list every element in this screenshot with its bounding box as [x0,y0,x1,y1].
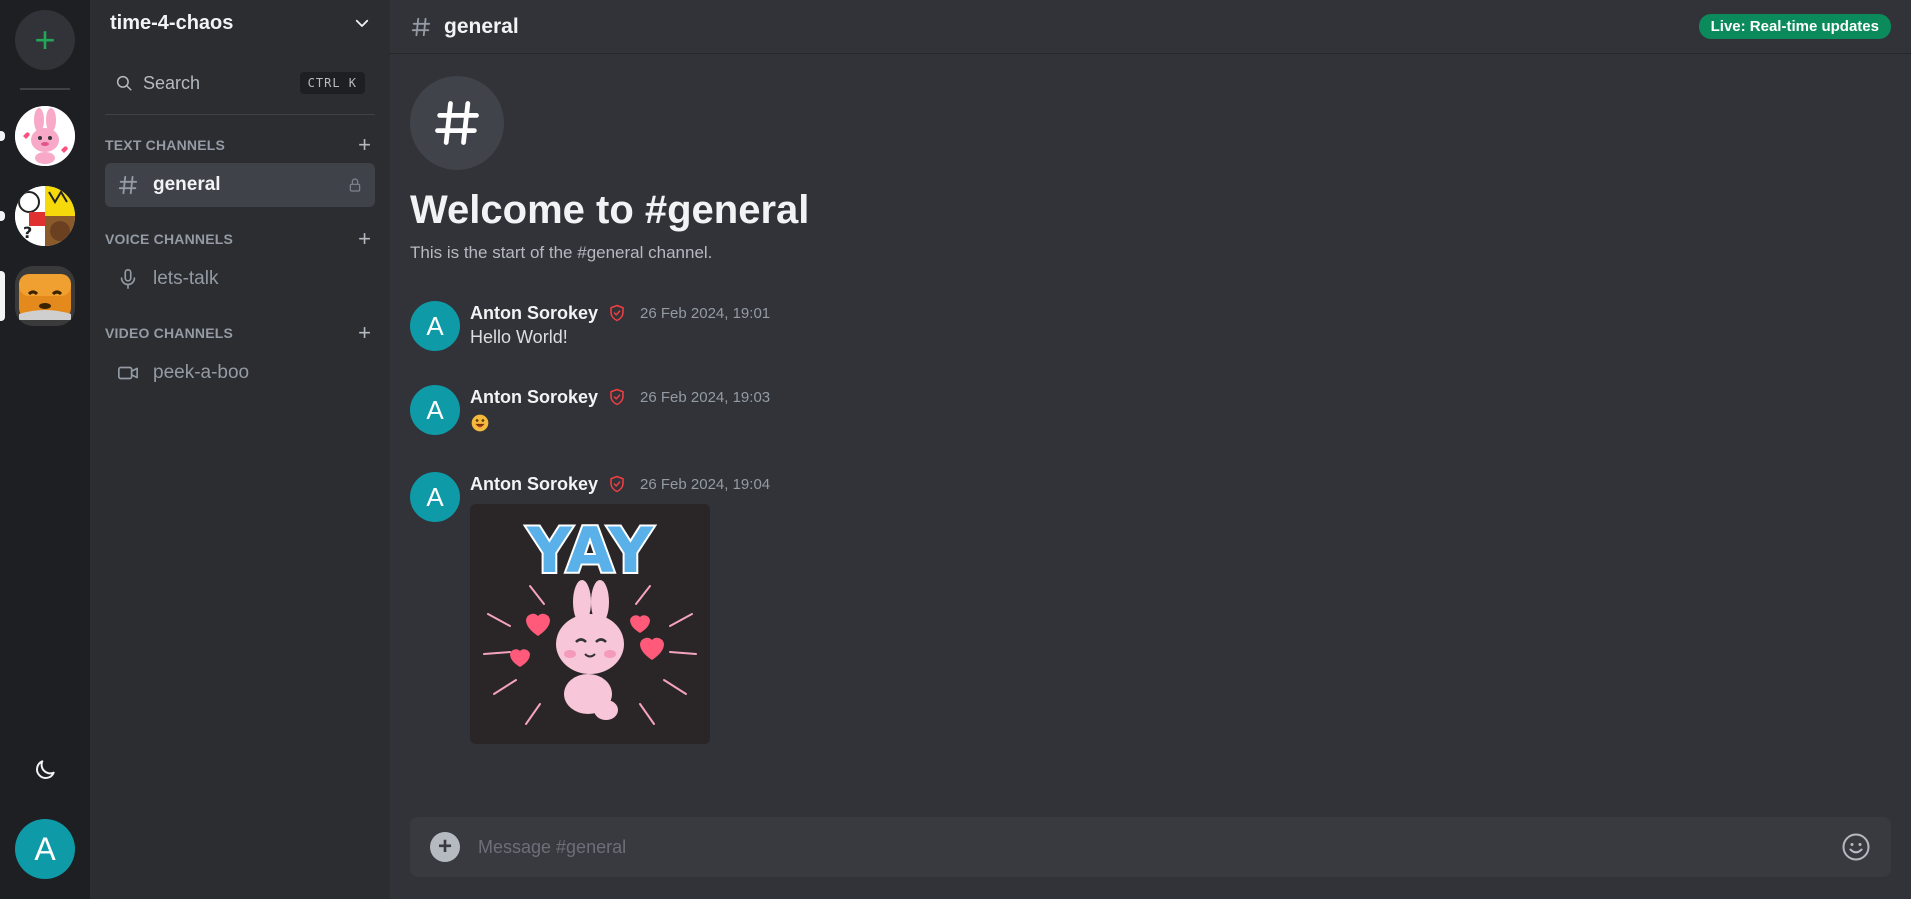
channel-general[interactable]: general [105,163,375,207]
add-server-button[interactable]: + [15,10,75,70]
welcome-title: Welcome to #general [410,188,810,232]
channel-title: general [444,14,519,38]
plus-icon: + [34,19,56,60]
channel-name: general [153,174,221,195]
add-voice-channel-button[interactable]: + [358,228,371,250]
channel-name: peek-a-boo [153,362,250,383]
live-badge: Live: Real-time updates [1698,14,1891,39]
user-initial: A [34,830,56,867]
characters-server-icon: ? [15,186,75,246]
author-name[interactable]: Anton Sorokey [470,303,598,324]
search-shortcut: CTRL K [299,72,365,94]
message-body: Anton Sorokey 26 Feb 2024, 19:03 [470,385,770,438]
server-icon-characters[interactable]: ? [15,186,75,246]
message: A Anton Sorokey 26 Feb 2024, 19:04 YAY [410,472,1891,744]
server-icon-bunny[interactable] [15,106,75,166]
microphone-icon [120,269,136,289]
message: A Anton Sorokey 26 Feb 2024, 19:01 Hello… [410,301,1891,351]
sticker-text: YAY [526,514,654,587]
author-avatar[interactable]: A [410,385,460,435]
moderator-shield-icon [610,475,624,493]
app: + ? A time-4-chaos Search CTRL K TEXT CH… [0,0,1911,899]
hash-icon [411,17,431,36]
server-entry-3 [0,266,90,346]
channel-name: lets-talk [153,268,219,289]
sticker-image: YAY [470,504,710,744]
user-avatar[interactable]: A [15,819,75,879]
search-label: Search [143,72,201,93]
category-label: TEXT CHANNELS [105,137,226,153]
message-timestamp: 26 Feb 2024, 19:03 [640,388,771,406]
avatar-initial: A [426,394,444,425]
channel-header: general Live: Real-time updates [390,0,1911,54]
plus-icon: + [437,833,452,860]
yay-bunny-sticker[interactable]: YAY [470,504,710,744]
category-label: VIDEO CHANNELS [105,325,234,341]
rail-bottom: A [0,757,90,879]
category-voice-channels: VOICE CHANNELS + [105,228,375,250]
chevron-down-icon [355,19,369,27]
author-avatar[interactable]: A [410,472,460,522]
add-video-channel-button[interactable]: + [358,322,371,344]
author-name[interactable]: Anton Sorokey [470,387,598,408]
egg-server-icon [15,266,75,326]
lock-icon [349,178,361,192]
server-icon-egg[interactable] [15,266,75,326]
unread-indicator [0,131,5,141]
message-timestamp: 26 Feb 2024, 19:01 [640,304,771,322]
server-header[interactable]: time-4-chaos [105,0,375,46]
active-server-indicator [0,271,5,321]
avatar-initial: A [426,310,444,341]
emoji-picker-icon[interactable] [1841,832,1871,862]
server-entry-1 [0,106,90,186]
moderator-shield-icon [610,388,624,406]
message-timestamp: 26 Feb 2024, 19:04 [640,475,771,493]
rail-separator [20,88,70,90]
search-icon [116,75,132,91]
category-text-channels: TEXT CHANNELS + [105,134,375,156]
message: A Anton Sorokey 26 Feb 2024, 19:03 [410,385,1891,438]
welcome-subtitle: This is the start of the #general channe… [410,243,713,262]
message-body: Anton Sorokey 26 Feb 2024, 19:04 YAY [470,472,770,744]
video-camera-icon [118,366,138,380]
server-rail: + ? A [0,0,90,899]
moon-icon[interactable] [32,757,58,783]
author-avatar[interactable]: A [410,301,460,351]
avatar-initial: A [426,481,444,512]
add-text-channel-button[interactable]: + [358,134,371,156]
message-text: Hello World! [470,327,568,347]
server-name: time-4-chaos [110,11,234,34]
message-header: Anton Sorokey 26 Feb 2024, 19:04 [470,472,770,496]
channel-lets-talk[interactable]: lets-talk [105,257,375,301]
message-body: Anton Sorokey 26 Feb 2024, 19:01 Hello W… [470,301,770,351]
welcome-hash-badge [410,76,504,170]
unread-indicator [0,211,5,221]
message-header: Anton Sorokey 26 Feb 2024, 19:03 [470,385,770,409]
message-header: Anton Sorokey 26 Feb 2024, 19:01 [470,301,770,325]
message-list: Welcome to #general This is the start of… [390,54,1911,744]
sidebar-divider [105,114,375,115]
message-composer: + [410,817,1891,877]
moderator-shield-icon [610,304,624,322]
message-input[interactable] [478,836,1841,858]
grinning-emoji-icon [471,414,489,432]
author-name[interactable]: Anton Sorokey [470,474,598,495]
hash-icon [435,101,479,145]
bunny-server-icon [15,106,75,166]
category-video-channels: VIDEO CHANNELS + [105,322,375,344]
chat-area: general Live: Real-time updates Welcome … [390,0,1911,899]
attach-button[interactable]: + [430,832,460,862]
server-entry-2: ? [0,186,90,266]
channel-peek-a-boo[interactable]: peek-a-boo [105,351,375,395]
hash-icon [118,175,138,195]
category-label: VOICE CHANNELS [105,231,234,247]
search-button[interactable]: Search CTRL K [105,68,375,98]
channel-sidebar: time-4-chaos Search CTRL K TEXT CHANNELS… [90,0,390,899]
